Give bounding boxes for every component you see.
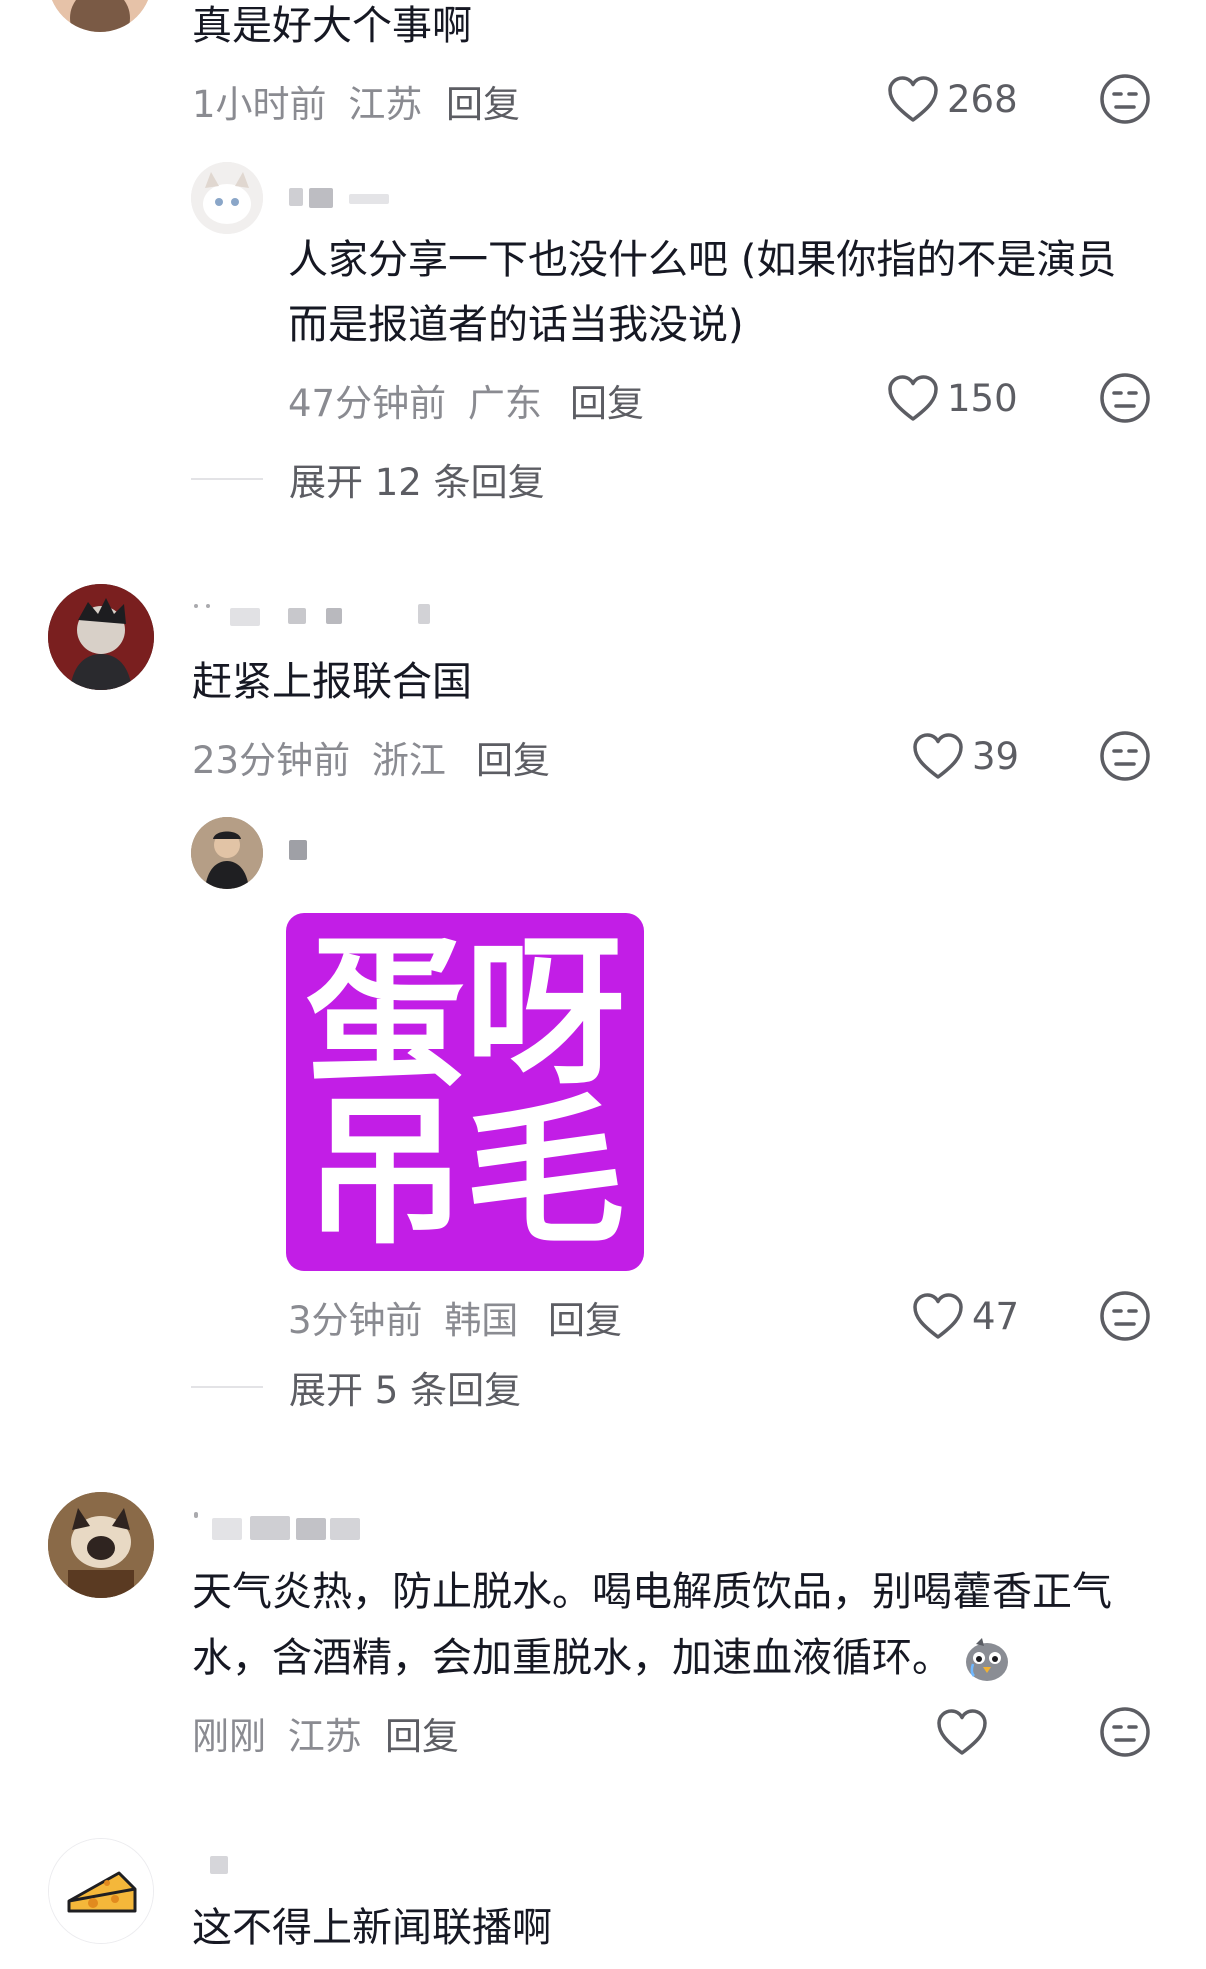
sticker-text: 呀	[465, 919, 626, 1106]
sticker-text: 蛋	[305, 919, 466, 1106]
comment-location: 浙江	[371, 739, 446, 782]
dislike-face-icon[interactable]	[1099, 372, 1151, 424]
dislike-face-icon[interactable]	[1099, 730, 1151, 782]
sticker-text: 毛	[465, 1079, 626, 1266]
comment-location: 韩国	[444, 1299, 519, 1342]
heart-icon	[913, 1293, 963, 1339]
comment-meta: 23分钟前 浙江	[192, 730, 446, 784]
comment-time: 刚刚	[192, 1715, 266, 1758]
comment-location: 广东	[467, 382, 542, 425]
crying-bird-emoji-icon	[966, 1637, 1008, 1681]
reply-button[interactable]: 回复	[385, 1706, 459, 1760]
comment-time: 1小时前	[192, 83, 327, 126]
avatar[interactable]	[48, 584, 154, 690]
comment-text: 人家分享一下也没什么吧 (如果你指的不是演员	[288, 237, 1117, 283]
heart-icon	[888, 76, 938, 122]
comment-text: 这不得上新闻联播啊	[192, 1905, 552, 1951]
username[interactable]	[192, 604, 452, 630]
comment-text: 真是好大个事啊	[192, 3, 472, 49]
comment-meta: 47分钟前 广东	[288, 373, 542, 427]
reply-button[interactable]: 回复	[476, 730, 550, 784]
username[interactable]	[210, 1856, 240, 1882]
avatar[interactable]	[191, 162, 263, 234]
avatar[interactable]	[191, 817, 263, 889]
like-count: 39	[972, 734, 1020, 778]
dislike-face-icon[interactable]	[1099, 1706, 1151, 1758]
sticker-image[interactable]: 蛋 呀 吊 毛	[286, 913, 644, 1271]
comment-meta: 1小时前 江苏	[192, 74, 422, 128]
heart-icon	[913, 733, 963, 779]
divider	[191, 478, 263, 480]
avatar[interactable]	[48, 1492, 154, 1598]
like-button[interactable]	[936, 1706, 996, 1758]
heart-icon	[888, 375, 938, 421]
comment-text: 而是报道者的话当我没说)	[288, 302, 744, 348]
divider	[191, 1386, 263, 1388]
reply-button[interactable]: 回复	[570, 373, 644, 427]
expand-replies[interactable]: 展开 5 条回复	[191, 1360, 521, 1414]
like-count: 268	[947, 77, 1018, 121]
comment-time: 3分钟前	[288, 1299, 423, 1342]
dislike-face-icon[interactable]	[1099, 1290, 1151, 1342]
comment-text: 水，含酒精，会加重脱水，加速血液循环。	[192, 1635, 952, 1681]
username[interactable]	[289, 838, 319, 864]
username[interactable]	[192, 1512, 372, 1540]
comment-meta: 3分钟前 韩国	[288, 1290, 518, 1344]
comment-time: 47分钟前	[288, 382, 447, 425]
like-button[interactable]: 39	[912, 730, 1019, 782]
like-button[interactable]: 150	[887, 372, 1018, 424]
avatar[interactable]	[48, 1838, 154, 1944]
like-button[interactable]: 47	[912, 1290, 1019, 1342]
expand-replies-label: 展开 12 条回复	[289, 461, 545, 504]
comment-meta: 刚刚 江苏	[192, 1706, 362, 1760]
dislike-face-icon[interactable]	[1099, 73, 1151, 125]
like-button[interactable]: 268	[887, 73, 1018, 125]
reply-button[interactable]: 回复	[446, 74, 520, 128]
comment-text-row: 水，含酒精，会加重脱水，加速血液循环。	[192, 1626, 1012, 1691]
like-count: 47	[972, 1294, 1020, 1338]
comment-location: 江苏	[287, 1715, 362, 1758]
comment-location: 江苏	[348, 83, 423, 126]
avatar[interactable]	[48, 0, 152, 32]
expand-replies-label: 展开 5 条回复	[289, 1369, 522, 1412]
comment-text: 天气炎热，防止脱水。喝电解质饮品，别喝藿香正气	[192, 1569, 1112, 1615]
heart-icon	[937, 1709, 987, 1755]
expand-replies[interactable]: 展开 12 条回复	[191, 452, 545, 506]
reply-button[interactable]: 回复	[548, 1290, 622, 1344]
comment-text: 赶紧上报联合国	[192, 659, 472, 705]
like-count: 150	[947, 376, 1018, 420]
comment-time: 23分钟前	[192, 739, 351, 782]
sticker-text: 吊	[305, 1079, 466, 1266]
username[interactable]	[289, 184, 409, 210]
